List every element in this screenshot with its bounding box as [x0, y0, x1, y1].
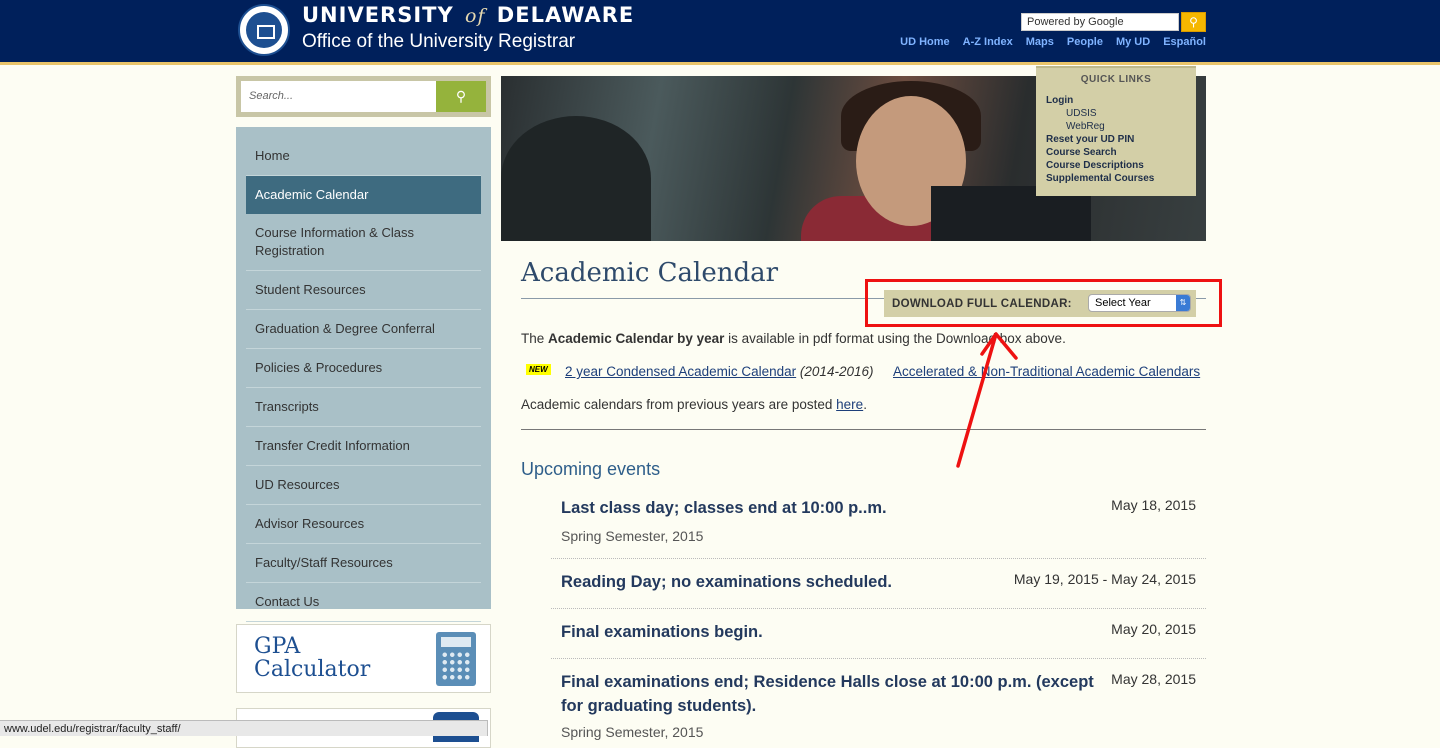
quick-link-webreg[interactable]: WebReg — [1046, 120, 1196, 133]
uni-name-part2: DELAWARE — [496, 3, 635, 27]
sidebar-item-home[interactable]: Home — [246, 137, 481, 176]
sidebar-search-button[interactable]: ⚲ — [436, 81, 486, 112]
site-search-button[interactable]: ⚲ — [1181, 12, 1206, 32]
uni-name-part1: UNIVERSITY — [302, 3, 454, 27]
upcoming-events-heading: Upcoming events — [521, 459, 661, 479]
condensed-calendar-link[interactable]: 2 year Condensed Academic Calendar — [565, 364, 796, 379]
calculator-icon — [436, 632, 476, 686]
university-seal-logo[interactable] — [238, 4, 290, 56]
sidebar-item-academic-calendar[interactable]: Academic Calendar — [246, 176, 481, 214]
event-title[interactable]: Final examinations end; Residence Halls … — [561, 670, 1101, 718]
sidebar-search-input[interactable]: Search... — [241, 81, 436, 112]
previous-calendars-link[interactable]: here — [836, 397, 863, 412]
content-divider — [521, 429, 1206, 430]
quick-link-login[interactable]: Login — [1046, 94, 1196, 107]
top-links: UD Home A-Z Index Maps People My UD Español — [887, 36, 1206, 48]
top-link-espanol[interactable]: Español — [1163, 36, 1206, 48]
event-semester: Spring Semester, 2015 — [561, 724, 704, 740]
event-title[interactable]: Last class day; classes end at 10:00 p..… — [561, 496, 1101, 520]
quick-links-title: QUICK LINKS — [1080, 74, 1152, 85]
condensed-calendar-line: 2 year Condensed Academic Calendar (2014… — [565, 364, 873, 379]
intro-pre: The — [521, 331, 549, 346]
top-link-my-ud[interactable]: My UD — [1116, 36, 1150, 48]
search-icon: ⚲ — [455, 88, 467, 104]
gpa-calculator-label: GPA Calculator — [254, 635, 370, 681]
event-title[interactable]: Final examinations begin. — [561, 620, 1101, 644]
sidebar-item-contact-us[interactable]: Contact Us — [246, 583, 481, 622]
intro-bold: Academic Calendar by year — [548, 331, 725, 346]
site-header: UNIVERSITY of DELAWARE Office of the Uni… — [0, 0, 1440, 65]
site-search-input[interactable]: Powered by Google — [1021, 13, 1179, 31]
gpa-line1: GPA — [254, 634, 301, 659]
sidebar-item-policies[interactable]: Policies & Procedures — [246, 349, 481, 388]
gpa-line2: Calculator — [254, 657, 371, 682]
accelerated-calendars-link[interactable]: Accelerated & Non-Traditional Academic C… — [893, 364, 1200, 379]
annotation-highlight-box — [865, 279, 1222, 327]
new-badge: NEW — [526, 364, 551, 375]
sidebar-item-course-information[interactable]: Course Information & Class Registration — [246, 214, 481, 271]
top-link-ud-home[interactable]: UD Home — [900, 36, 950, 48]
top-link-az-index[interactable]: A-Z Index — [963, 36, 1013, 48]
event-date: May 18, 2015 — [1111, 497, 1196, 513]
office-name[interactable]: Office of the University Registrar — [302, 31, 575, 53]
event-separator — [551, 608, 1206, 609]
event-separator — [551, 558, 1206, 559]
quick-link-supplemental-courses[interactable]: Supplemental Courses — [1046, 172, 1196, 185]
intro-text: The Academic Calendar by year is availab… — [521, 331, 1066, 346]
quick-link-reset-pin[interactable]: Reset your UD PIN — [1046, 133, 1196, 146]
quick-links-panel: QUICK LINKS Login UDSIS WebReg Reset you… — [1036, 66, 1196, 196]
sidebar-item-faculty-staff[interactable]: Faculty/Staff Resources — [246, 544, 481, 583]
event-date: May 19, 2015 - May 24, 2015 — [1013, 571, 1196, 587]
prev-text: Academic calendars from previous years a… — [521, 397, 837, 412]
sidebar-item-transfer-credit[interactable]: Transfer Credit Information — [246, 427, 481, 466]
previous-calendars-text: Academic calendars from previous years a… — [521, 397, 867, 412]
sidebar-item-student-resources[interactable]: Student Resources — [246, 271, 481, 310]
event-separator — [551, 658, 1206, 659]
intro-post: is available in pdf format using the Dow… — [724, 331, 1066, 346]
event-semester: Spring Semester, 2015 — [561, 528, 704, 544]
page-title: Academic Calendar — [521, 258, 779, 288]
sidebar-item-ud-resources[interactable]: UD Resources — [246, 466, 481, 505]
quick-link-course-search[interactable]: Course Search — [1046, 146, 1196, 159]
browser-status-bar: www.udel.edu/registrar/faculty_staff/ — [0, 720, 488, 736]
sidebar-nav: Home Academic Calendar Course Informatio… — [236, 127, 491, 622]
event-date: May 20, 2015 — [1111, 621, 1196, 637]
sidebar-item-transcripts[interactable]: Transcripts — [246, 388, 481, 427]
sidebar-search: Search... ⚲ — [236, 76, 491, 117]
quick-link-udsis[interactable]: UDSIS — [1046, 107, 1196, 120]
gpa-calculator-link[interactable]: GPA Calculator — [236, 624, 491, 693]
sidebar-item-advisor-resources[interactable]: Advisor Resources — [246, 505, 481, 544]
event-date: May 28, 2015 — [1111, 671, 1196, 687]
top-link-maps[interactable]: Maps — [1026, 36, 1054, 48]
university-name[interactable]: UNIVERSITY of DELAWARE — [302, 3, 634, 27]
top-link-people[interactable]: People — [1067, 36, 1103, 48]
prev-end: . — [863, 397, 867, 412]
condensed-calendar-years: (2014-2016) — [799, 364, 874, 379]
sidebar-item-graduation[interactable]: Graduation & Degree Conferral — [246, 310, 481, 349]
search-icon: ⚲ — [1189, 15, 1198, 29]
quick-link-course-descriptions[interactable]: Course Descriptions — [1046, 159, 1196, 172]
uni-name-of: of — [465, 5, 486, 27]
